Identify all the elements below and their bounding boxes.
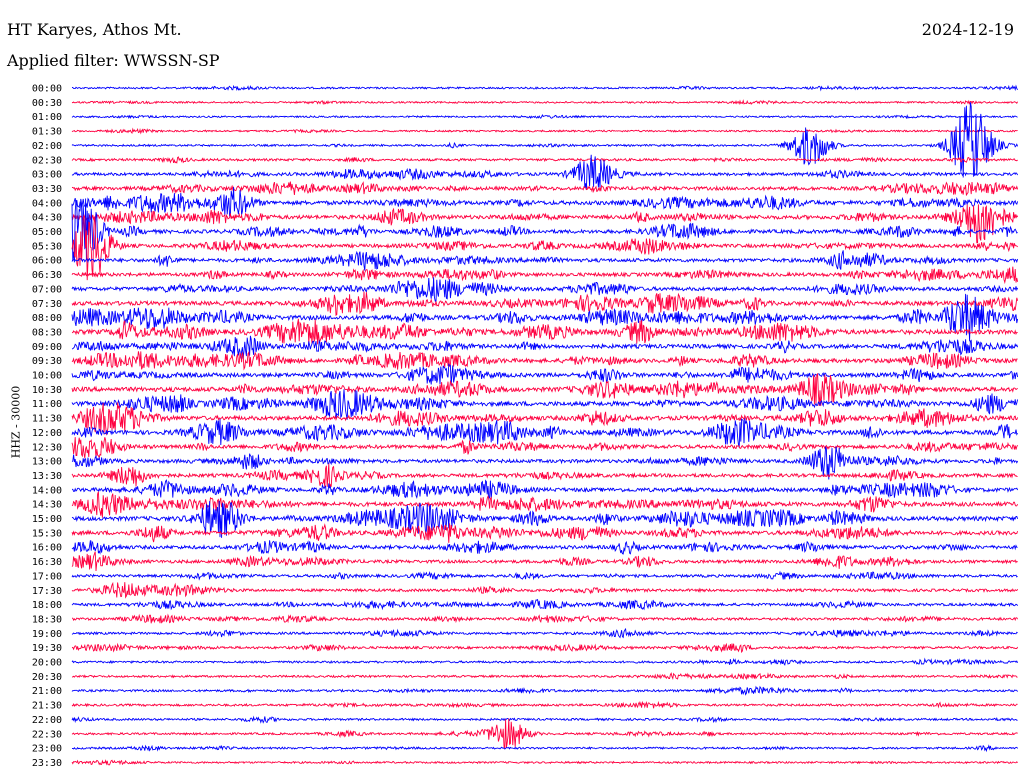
seismic-trace: [71, 113, 1018, 120]
time-tick-label: 13:00: [32, 457, 62, 468]
trace-group: [71, 84, 1019, 766]
time-tick-label: 14:00: [32, 485, 62, 496]
time-tick-label: 19:30: [32, 643, 62, 654]
seismic-trace: [71, 277, 1019, 303]
time-tick-label: 16:30: [32, 557, 62, 568]
time-tick-label: 04:00: [32, 198, 62, 209]
seismic-trace: [71, 318, 1018, 345]
time-tick-label: 11:30: [32, 414, 62, 425]
time-tick-label: 09:30: [32, 356, 62, 367]
time-tick-label: 20:30: [32, 672, 62, 683]
time-tick-label: 16:00: [32, 543, 62, 554]
seismic-trace: [71, 266, 1019, 285]
time-tick-label: 15:30: [32, 528, 62, 539]
time-tick-label: 04:30: [32, 213, 62, 224]
time-tick-label: 14:30: [32, 500, 62, 511]
time-tick-label: 03:00: [32, 170, 62, 181]
seismic-trace: [71, 672, 1018, 681]
seismic-trace: [71, 102, 1019, 178]
time-tick-label: 06:30: [32, 270, 62, 281]
time-tick-label: 17:00: [32, 571, 62, 582]
seismic-trace: [71, 627, 1018, 639]
time-tick-label: 18:00: [32, 600, 62, 611]
seismic-trace: [71, 99, 1018, 106]
seismic-trace: [71, 204, 1019, 244]
seismic-trace: [71, 402, 1019, 436]
seismic-trace: [71, 156, 1018, 164]
seismic-trace: [71, 213, 1018, 281]
seismic-trace: [71, 127, 1018, 135]
seismic-trace: [71, 389, 1019, 420]
time-tick-label: 11:00: [32, 399, 62, 410]
seismic-trace: [71, 715, 1018, 724]
time-tick-labels: 00:00 00:30 01:00 01:30 02:00 02:30 03:00 03:30…: [32, 84, 62, 769]
seismic-trace: [71, 437, 1018, 459]
seismic-trace: [71, 418, 1018, 448]
time-tick-label: 02:00: [32, 141, 62, 152]
time-tick-label: 10:30: [32, 385, 62, 396]
seismic-trace: [71, 642, 1019, 654]
time-tick-label: 12:00: [32, 428, 62, 439]
seismic-trace: [72, 84, 1018, 92]
time-tick-label: 08:00: [32, 313, 62, 324]
seismic-trace: [71, 523, 1019, 543]
time-tick-label: 18:30: [32, 614, 62, 625]
seismic-trace: [71, 181, 1019, 196]
time-tick-label: 17:30: [32, 586, 62, 597]
time-tick-label: 23:30: [32, 758, 62, 769]
time-tick-label: 03:30: [32, 184, 62, 195]
time-tick-label: 20:00: [32, 658, 62, 669]
seismic-trace: [71, 657, 1019, 666]
time-tick-label: 05:30: [32, 241, 62, 252]
time-tick-label: 23:00: [32, 744, 62, 755]
time-tick-label: 01:30: [32, 127, 62, 138]
time-tick-label: 19:00: [32, 629, 62, 640]
time-tick-label: 21:00: [32, 686, 62, 697]
time-tick-label: 13:30: [32, 471, 62, 482]
seismic-trace: [71, 335, 1019, 359]
seismic-trace: [71, 759, 1018, 766]
time-tick-label: 10:00: [32, 371, 62, 382]
seismic-trace: [71, 718, 1018, 749]
seismic-trace: [71, 685, 1018, 696]
time-tick-label: 07:00: [32, 284, 62, 295]
seismic-trace: [71, 291, 1019, 317]
time-tick-label: 12:30: [32, 442, 62, 453]
time-tick-label: 05:00: [32, 227, 62, 238]
helicorder-plot: 00:00 00:30 01:00 01:30 02:00 02:30 03:00 03:30…: [32, 84, 1019, 769]
time-tick-label: 15:00: [32, 514, 62, 525]
time-tick-label: 08:30: [32, 327, 62, 338]
time-tick-label: 00:00: [32, 84, 62, 95]
seismic-trace: [71, 540, 1018, 555]
time-tick-label: 01:00: [32, 112, 62, 123]
seismic-trace: [72, 479, 1019, 501]
seismic-trace: [71, 363, 1019, 386]
seismic-trace: [71, 350, 1018, 371]
seismic-trace: [72, 613, 1018, 624]
seismic-trace: [71, 250, 1019, 271]
time-tick-label: 22:00: [32, 715, 62, 726]
seismic-trace: [71, 551, 1018, 572]
seismic-trace: [71, 570, 1018, 581]
time-tick-label: 00:30: [32, 98, 62, 109]
time-tick-label: 07:30: [32, 299, 62, 310]
seismic-trace: [71, 581, 1018, 599]
seismic-trace: [71, 744, 1018, 753]
time-tick-label: 21:30: [32, 701, 62, 712]
time-tick-label: 06:00: [32, 256, 62, 267]
seismic-trace: [71, 700, 1018, 709]
seismic-trace: [71, 598, 1018, 611]
time-tick-label: 02:30: [32, 155, 62, 166]
time-tick-label: 09:00: [32, 342, 62, 353]
time-tick-label: 22:30: [32, 729, 62, 740]
